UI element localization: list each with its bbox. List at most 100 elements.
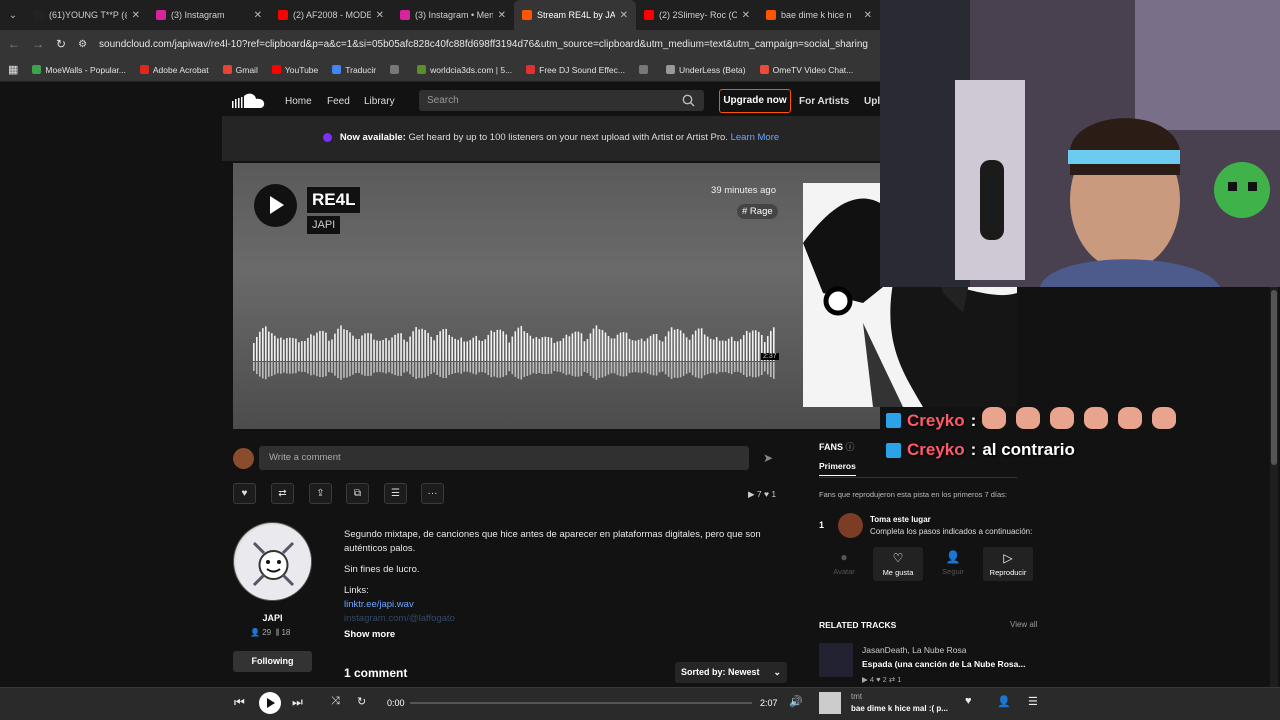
- play-button[interactable]: [254, 184, 297, 227]
- back-icon[interactable]: ←: [8, 37, 20, 51]
- step-play[interactable]: ▷ Reproducir: [983, 547, 1033, 581]
- tab-list-icon[interactable]: ⌄: [0, 10, 26, 21]
- like-button[interactable]: ♥: [233, 483, 256, 504]
- add-to-playlist-button[interactable]: ☰: [384, 483, 407, 504]
- browser-tab[interactable]: Stream RE4L by JAPI ✕: [514, 0, 636, 30]
- browser-tab[interactable]: bae dime k hice n ✕: [758, 0, 880, 30]
- user-avatar[interactable]: [233, 448, 254, 469]
- related-track-title[interactable]: Espada (una canción de La Nube Rosa...: [862, 659, 1025, 669]
- soundcloud-logo-icon[interactable]: [232, 92, 266, 109]
- close-icon[interactable]: ✕: [132, 10, 140, 21]
- description-line: Sin fines de lucro.: [344, 564, 420, 575]
- following-button[interactable]: Following: [233, 651, 312, 672]
- artist-avatar[interactable]: [233, 522, 312, 601]
- repeat-icon[interactable]: ↻: [357, 695, 366, 708]
- share-button[interactable]: ⇪: [309, 483, 332, 504]
- site-info-icon[interactable]: ⚙: [78, 39, 87, 50]
- bookmark-item[interactable]: [639, 65, 652, 74]
- search-input[interactable]: Search: [419, 90, 704, 111]
- progress-bar[interactable]: [410, 702, 752, 704]
- close-icon[interactable]: ✕: [620, 10, 628, 21]
- info-icon[interactable]: ⓘ: [846, 442, 855, 452]
- reload-icon[interactable]: ↻: [56, 37, 66, 51]
- now-playing-title[interactable]: bae dime k hice mal :( p...: [851, 704, 948, 713]
- now-playing-artwork[interactable]: [819, 692, 841, 714]
- close-icon[interactable]: ✕: [254, 10, 262, 21]
- send-icon[interactable]: ➤: [763, 451, 773, 465]
- related-track-stats: ▶ 4 ♥ 2 ⇄ 1: [862, 675, 902, 684]
- waveform-reflection: [334, 362, 336, 376]
- previous-icon[interactable]: ⏮: [234, 695, 245, 710]
- bookmark-item[interactable]: worldcia3ds.com | 5...: [417, 65, 512, 75]
- now-playing-user[interactable]: tmt: [851, 692, 862, 701]
- step-like[interactable]: ♡ Me gusta: [873, 547, 923, 581]
- nav-home[interactable]: Home: [285, 96, 312, 107]
- heart-icon[interactable]: ♥: [965, 695, 972, 707]
- shuffle-icon[interactable]: ⤨: [331, 695, 340, 708]
- browser-tab[interactable]: (3) Instagram • Mens ✕: [392, 0, 514, 30]
- waveform[interactable]: [253, 315, 776, 385]
- bookmark-item[interactable]: OmeTV Video Chat...: [759, 65, 853, 75]
- browser-tab[interactable]: (2) AF2008 - MODELO ✕: [270, 0, 392, 30]
- comment-input[interactable]: Write a comment: [259, 446, 749, 470]
- more-button[interactable]: ···: [421, 483, 444, 504]
- upgrade-button[interactable]: Upgrade now: [719, 89, 791, 113]
- related-track-artist[interactable]: JasanDeath, La Nube Rosa: [862, 645, 966, 655]
- search-icon[interactable]: [682, 94, 695, 107]
- show-more-button[interactable]: Show more: [344, 629, 395, 640]
- browser-tab[interactable]: (2) 2Slimey- Roc (Off ✕: [636, 0, 758, 30]
- browser-tab[interactable]: (3) Instagram ✕: [148, 0, 270, 30]
- learn-more-link[interactable]: Learn More: [731, 132, 780, 143]
- waveform-bar: [403, 339, 405, 361]
- waveform-reflection: [748, 362, 751, 377]
- bookmark-item[interactable]: Gmail: [222, 65, 258, 75]
- player-play-button[interactable]: [259, 692, 281, 714]
- browser-tab[interactable]: (61)YOUNG T**P (@y ✕: [26, 0, 148, 30]
- url-field[interactable]: soundcloud.com/japiwav/re4l-10?ref=clipb…: [99, 39, 880, 50]
- queue-icon[interactable]: ☰: [1028, 695, 1038, 708]
- elapsed-time: 0:00: [387, 698, 405, 708]
- related-track-artwork[interactable]: [819, 643, 853, 677]
- waveform-bar: [295, 338, 297, 361]
- bookmark-item[interactable]: YouTube: [271, 65, 318, 75]
- close-icon[interactable]: ✕: [376, 10, 384, 21]
- close-icon[interactable]: ✕: [742, 10, 750, 21]
- bookmark-item[interactable]: MoeWalls - Popular...: [32, 65, 126, 75]
- waveform-bar: [409, 336, 411, 361]
- bookmark-item[interactable]: Free DJ Sound Effec...: [526, 65, 625, 75]
- sort-dropdown[interactable]: Sorted by: Newest ⌄: [675, 662, 787, 683]
- tab-primeros[interactable]: Primeros: [819, 461, 856, 476]
- linktree-link[interactable]: linktr.ee/japi.wav: [344, 598, 764, 612]
- artist-name[interactable]: JAPI: [233, 613, 312, 623]
- track-artist[interactable]: JAPI: [307, 216, 341, 234]
- for-artists-link[interactable]: For Artists: [799, 96, 849, 107]
- bookmark-item[interactable]: UnderLess (Beta): [666, 65, 746, 75]
- bookmark-item[interactable]: Adobe Acrobat: [139, 65, 209, 75]
- close-icon[interactable]: ✕: [498, 10, 506, 21]
- volume-icon[interactable]: 🔊: [789, 695, 803, 708]
- view-all-link[interactable]: View all: [1010, 620, 1037, 629]
- waveform-reflection: [355, 362, 357, 374]
- chat-badge-icon: [886, 413, 901, 428]
- genre-tag[interactable]: # Rage: [737, 204, 778, 219]
- apps-icon[interactable]: ▦: [8, 63, 18, 76]
- waveform-bar: [745, 330, 748, 361]
- waveform-reflection: [466, 362, 469, 372]
- waveform-reflection: [544, 362, 547, 375]
- nav-feed[interactable]: Feed: [327, 96, 350, 107]
- instagram-link[interactable]: instagram.com/@laffogato: [344, 612, 764, 626]
- chat-emotes: [982, 407, 1186, 434]
- nav-library[interactable]: Library: [364, 96, 395, 107]
- repost-button[interactable]: ⇄: [271, 483, 294, 504]
- upload-link[interactable]: Upl: [864, 96, 880, 107]
- bookmark-item[interactable]: Traducir: [332, 65, 376, 75]
- next-icon[interactable]: ⏭: [292, 695, 303, 710]
- follow-icon[interactable]: 👤: [997, 695, 1011, 708]
- forward-icon[interactable]: →: [32, 37, 44, 51]
- close-icon[interactable]: ✕: [864, 10, 872, 21]
- bookmark-item[interactable]: [390, 65, 403, 74]
- tab-favicon-icon: [156, 10, 166, 20]
- copy-link-button[interactable]: ⧉: [346, 483, 369, 504]
- scrollbar-thumb[interactable]: [1271, 290, 1277, 465]
- waveform-bar: [373, 339, 375, 361]
